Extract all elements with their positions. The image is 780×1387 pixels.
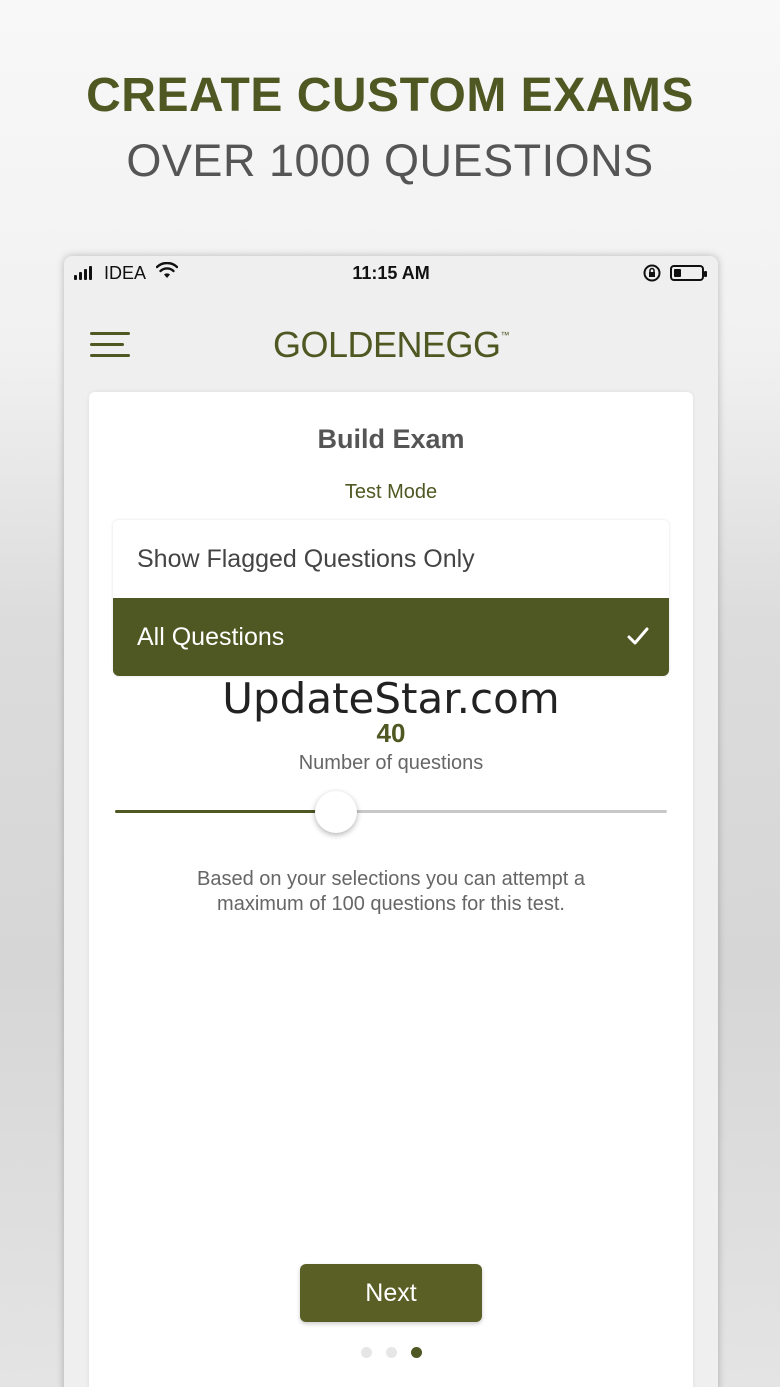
question-count-slider[interactable] (115, 791, 667, 833)
question-count-value: 40 (376, 718, 406, 748)
status-time: 11:15 AM (352, 263, 430, 283)
slider-thumb[interactable] (314, 791, 357, 833)
logo-text: GOLDENEGG (272, 324, 501, 365)
slider-fill (115, 810, 336, 813)
page-title: Build Exam (317, 424, 465, 454)
watermark: UpdateStar.com (222, 674, 560, 723)
promo-headline: CREATE CUSTOM EXAMS (86, 69, 694, 122)
battery-icon (670, 265, 707, 281)
option-all-questions[interactable]: All Questions (113, 598, 669, 676)
promo-subheadline: OVER 1000 QUESTIONS (126, 135, 654, 186)
page-indicator (89, 1347, 693, 1358)
next-button[interactable]: Next (300, 1264, 482, 1322)
option-flagged-questions[interactable]: Show Flagged Questions Only (113, 520, 669, 598)
page-dot-3[interactable] (410, 1347, 422, 1358)
question-count-label: Number of questions (298, 752, 484, 774)
option-label: Show Flagged Questions Only (137, 544, 475, 573)
status-bar: IDEA 11:15 AM (64, 256, 718, 292)
test-mode-label: Test Mode (344, 481, 438, 503)
page-dot-2[interactable] (385, 1347, 397, 1358)
option-label: All Questions (137, 622, 285, 651)
question-filter-options: Show Flagged Questions Only All Question… (113, 520, 669, 676)
app-logo: GOLDENEGG™ (64, 324, 718, 366)
page-dot-1[interactable] (360, 1347, 372, 1358)
checkmark-icon (627, 627, 649, 645)
build-exam-card: Build Exam Test Mode Show Flagged Questi… (89, 392, 693, 1387)
selection-info-text: Based on your selections you can attempt… (196, 868, 585, 915)
logo-trademark: ™ (500, 330, 510, 340)
orientation-lock-icon (643, 264, 661, 282)
phone-screen: IDEA 11:15 AM GOLDENEGG™ Build Exam Test… (64, 256, 718, 1387)
